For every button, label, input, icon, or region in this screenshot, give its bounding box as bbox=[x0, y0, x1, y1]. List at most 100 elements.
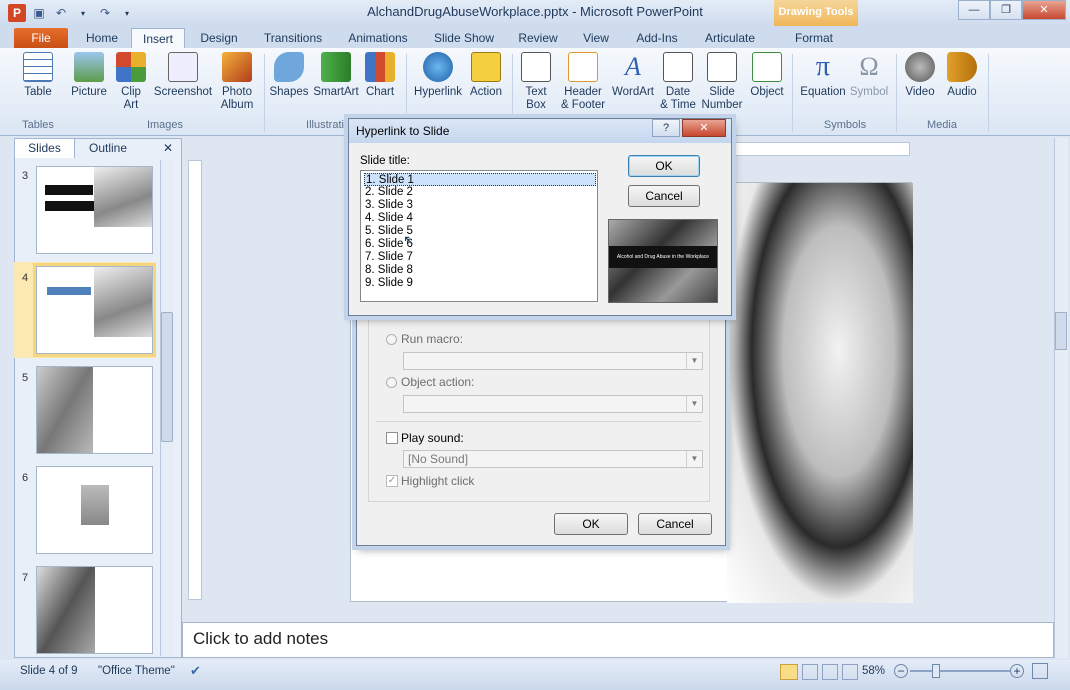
photo-album-button[interactable]: Photo Album bbox=[216, 52, 258, 112]
wordart-icon: A bbox=[625, 52, 641, 81]
preview-title: Alcohol and Drug Abuse in the Workplace bbox=[609, 246, 717, 268]
separator bbox=[896, 54, 897, 132]
action-ok-button[interactable]: OK bbox=[554, 513, 628, 535]
close-button[interactable]: ✕ bbox=[1022, 0, 1066, 20]
smartart-button[interactable]: SmartArt bbox=[312, 52, 360, 99]
tab-home[interactable]: Home bbox=[80, 28, 124, 48]
chart-button[interactable]: Chart bbox=[362, 52, 398, 99]
group-label-symbols: Symbols bbox=[823, 119, 867, 131]
hyperlink-cancel-button[interactable]: Cancel bbox=[628, 185, 700, 207]
vertical-scrollbar[interactable] bbox=[1054, 138, 1068, 658]
slide-show-icon[interactable] bbox=[842, 664, 858, 680]
screenshot-button[interactable]: Screenshot bbox=[152, 52, 214, 99]
tab-format[interactable]: Format bbox=[786, 28, 842, 48]
tab-add-ins[interactable]: Add-Ins bbox=[628, 28, 686, 48]
reading-view-icon[interactable] bbox=[822, 664, 838, 680]
list-item[interactable]: 4. Slide 4 bbox=[364, 212, 596, 225]
list-item[interactable]: 1. Slide 1 bbox=[364, 173, 596, 186]
symbol-button[interactable]: Ω Symbol bbox=[848, 52, 890, 99]
header-footer-button[interactable]: Header & Footer bbox=[558, 52, 608, 112]
slide-number-button[interactable]: Slide Number bbox=[700, 52, 744, 112]
video-button[interactable]: Video bbox=[900, 52, 940, 99]
slide-thumbnail[interactable] bbox=[36, 566, 153, 654]
notes-pane[interactable]: Click to add notes bbox=[182, 622, 1054, 658]
scrollbar-thumb[interactable] bbox=[161, 312, 173, 442]
object-action-combo[interactable]: ▼ bbox=[403, 395, 703, 413]
run-macro-radio[interactable] bbox=[386, 334, 397, 345]
restore-button[interactable]: ❐ bbox=[990, 0, 1022, 20]
chevron-down-icon: ▼ bbox=[686, 451, 702, 467]
zoom-in-icon[interactable]: + bbox=[1010, 664, 1024, 678]
slide-thumbnail-selected[interactable] bbox=[33, 263, 156, 357]
slide-thumbnail[interactable] bbox=[36, 166, 153, 254]
slide-thumbnail[interactable] bbox=[36, 366, 153, 454]
pi-icon: π bbox=[815, 51, 831, 82]
slide-sorter-icon[interactable] bbox=[802, 664, 818, 680]
list-item[interactable]: 6. Slide 6 bbox=[364, 238, 596, 251]
tab-slide-show[interactable]: Slide Show bbox=[426, 28, 502, 48]
group-label-illustrations: Illustrati bbox=[306, 119, 344, 131]
table-button[interactable]: Table bbox=[18, 52, 58, 99]
zoom-level[interactable]: 58% bbox=[862, 665, 885, 677]
fit-to-window-icon[interactable] bbox=[1032, 663, 1048, 679]
run-macro-combo[interactable]: ▼ bbox=[403, 352, 703, 370]
tab-view[interactable]: View bbox=[574, 28, 618, 48]
object-button[interactable]: Object bbox=[746, 52, 788, 99]
vertical-scrollbar-thumb[interactable] bbox=[1055, 312, 1067, 350]
audio-button[interactable]: Audio bbox=[942, 52, 982, 99]
action-button[interactable]: Action bbox=[466, 52, 506, 99]
minimize-button[interactable]: — bbox=[958, 0, 990, 20]
zoom-slider[interactable] bbox=[910, 670, 1010, 672]
tab-file[interactable]: File bbox=[14, 28, 68, 48]
tab-transitions[interactable]: Transitions bbox=[256, 28, 330, 48]
photo-album-icon bbox=[222, 52, 252, 82]
omega-icon: Ω bbox=[859, 52, 879, 81]
tab-outline[interactable]: Outline bbox=[80, 139, 136, 158]
tab-animations[interactable]: Animations bbox=[340, 28, 416, 48]
text-box-icon bbox=[521, 52, 551, 82]
table-icon bbox=[23, 52, 53, 82]
chart-icon bbox=[365, 52, 395, 82]
normal-view-icon[interactable] bbox=[780, 664, 798, 680]
list-item[interactable]: 8. Slide 8 bbox=[364, 264, 596, 277]
pane-close-icon[interactable]: ✕ bbox=[160, 139, 176, 158]
tab-design[interactable]: Design bbox=[192, 28, 246, 48]
zoom-slider-thumb[interactable] bbox=[932, 664, 940, 678]
help-button[interactable]: ? bbox=[652, 119, 680, 137]
list-item[interactable]: 3. Slide 3 bbox=[364, 199, 596, 212]
list-item[interactable]: 2. Slide 2 bbox=[364, 186, 596, 199]
slide-thumbnail[interactable] bbox=[36, 466, 153, 554]
wordart-button[interactable]: A WordArt bbox=[608, 52, 658, 99]
hyperlink-ok-button[interactable]: OK bbox=[628, 155, 700, 177]
tab-articulate[interactable]: Articulate bbox=[696, 28, 764, 48]
tab-insert[interactable]: Insert bbox=[131, 28, 185, 50]
zoom-out-icon[interactable]: − bbox=[894, 664, 908, 678]
object-action-radio[interactable] bbox=[386, 377, 397, 388]
dialog-close-button[interactable]: ✕ bbox=[682, 119, 726, 137]
highlight-click-checkbox[interactable]: ✓ bbox=[386, 475, 398, 487]
tab-slides[interactable]: Slides bbox=[15, 139, 75, 158]
run-macro-label: Run macro: bbox=[401, 332, 464, 346]
globe-link-icon bbox=[423, 52, 453, 82]
picture-button[interactable]: Picture bbox=[66, 52, 112, 99]
sound-combo[interactable]: [No Sound] ▼ bbox=[403, 450, 703, 468]
spell-check-icon[interactable]: ✔ bbox=[190, 663, 208, 679]
shapes-button[interactable]: Shapes bbox=[268, 52, 310, 99]
tab-review[interactable]: Review bbox=[510, 28, 566, 48]
list-item[interactable]: 9. Slide 9 bbox=[364, 277, 596, 290]
hyperlink-button[interactable]: Hyperlink bbox=[410, 52, 466, 99]
equation-button[interactable]: π Equation bbox=[796, 52, 850, 99]
mouse-cursor-icon: ↖ bbox=[403, 232, 415, 248]
action-cancel-button[interactable]: Cancel bbox=[638, 513, 712, 535]
object-icon bbox=[752, 52, 782, 82]
list-item[interactable]: 5. Slide 5 bbox=[364, 225, 596, 238]
theme-name: "Office Theme" bbox=[98, 665, 175, 677]
slide-number: 7 bbox=[22, 572, 29, 584]
slide-photo bbox=[727, 183, 913, 603]
date-time-button[interactable]: Date & Time bbox=[658, 52, 698, 112]
list-item[interactable]: 7. Slide 7 bbox=[364, 251, 596, 264]
text-box-button[interactable]: Text Box bbox=[516, 52, 556, 112]
play-sound-checkbox[interactable] bbox=[386, 432, 398, 444]
clip-art-button[interactable]: Clip Art bbox=[114, 52, 148, 112]
slide-list[interactable]: 1. Slide 1 2. Slide 2 3. Slide 3 4. Slid… bbox=[360, 170, 598, 302]
